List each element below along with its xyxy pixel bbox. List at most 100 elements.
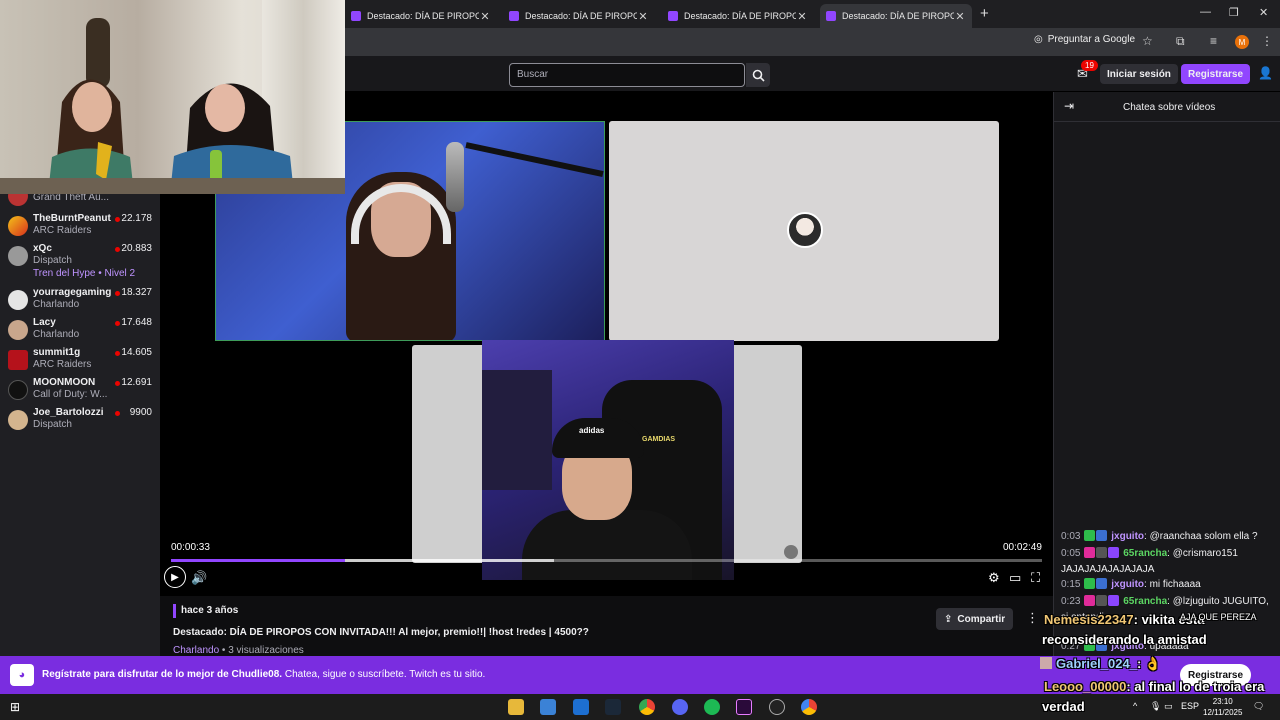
- sidebar-channel[interactable]: MOONMOON Call of Duty: W... 12.691: [0, 376, 160, 406]
- message-time: 0:05: [1061, 548, 1081, 559]
- collapse-chat-icon[interactable]: ⇥: [1064, 99, 1074, 113]
- badge-icon: [1084, 530, 1096, 541]
- browser-tab[interactable]: Destacado: DÍA DE PIROPOS CO ✕: [503, 4, 655, 28]
- close-tab-icon[interactable]: ✕: [479, 10, 491, 23]
- settings-gear-icon[interactable]: ⚙: [988, 570, 1000, 586]
- category-link[interactable]: Charlando: [173, 645, 219, 656]
- channel-avatar: [8, 410, 28, 430]
- browser-menu-icon[interactable]: ⋮: [1261, 34, 1273, 48]
- channel-name: Lacy: [33, 317, 56, 328]
- close-tab-icon[interactable]: ✕: [954, 10, 966, 23]
- close-tab-icon[interactable]: ✕: [796, 10, 808, 23]
- bookmark-star-icon[interactable]: ☆: [1142, 34, 1153, 48]
- total-time: 00:02:49: [1003, 542, 1042, 553]
- viewer-count: 17.648: [121, 317, 152, 328]
- search-button[interactable]: [746, 63, 770, 87]
- live-dot-icon: [115, 351, 120, 356]
- restore-icon[interactable]: ❐: [1229, 6, 1239, 19]
- chat-panel: ⇥ Chatea sobre vídeos 0:03 jxguito: @raa…: [1053, 92, 1280, 656]
- ask-google-button[interactable]: ◎ Preguntar a Google: [1034, 34, 1135, 45]
- overlay-chat-line: reconsiderando la amistad: [1042, 632, 1207, 647]
- channel-game: Call of Duty: W...: [33, 389, 108, 400]
- desk: [0, 178, 345, 194]
- system-clock[interactable]: 23:10 12/11/2025: [1203, 696, 1242, 718]
- chat-username[interactable]: jxguito: [1111, 579, 1144, 590]
- close-tab-icon[interactable]: ✕: [637, 10, 649, 23]
- badge-icon: [1084, 578, 1096, 589]
- shelf: [482, 370, 552, 490]
- message-text: mi fichaaaa: [1149, 579, 1201, 590]
- browser-tab[interactable]: Destacado: DÍA DE PIROPOS CO ✕: [662, 4, 814, 28]
- sidebar-channel[interactable]: xQc Dispatch Tren del Hype • Nivel 2 20.…: [0, 242, 160, 284]
- language-indicator[interactable]: ESP: [1181, 701, 1199, 711]
- fullscreen-icon[interactable]: ⛶: [1031, 570, 1040, 586]
- cap: [552, 418, 644, 458]
- badge-icon: [1084, 547, 1096, 558]
- play-button[interactable]: ▶: [164, 566, 186, 588]
- tab-title: Destacado: DÍA DE PIROPOS CO: [842, 11, 954, 21]
- clock-time: 23:10: [1212, 697, 1233, 706]
- new-tab-icon[interactable]: +: [980, 5, 989, 22]
- badge-icon: [1108, 595, 1120, 606]
- search-input[interactable]: Buscar: [509, 63, 745, 87]
- sidebar-channel[interactable]: Lacy Charlando 17.648: [0, 316, 160, 346]
- extensions-icon[interactable]: ⧉: [1176, 34, 1185, 49]
- live-dot-icon: [115, 291, 120, 296]
- share-label: Compartir: [957, 613, 1006, 625]
- live-dot-icon: [115, 247, 120, 252]
- chat-username[interactable]: 65rancha: [1123, 548, 1167, 559]
- inbox-badge: 19: [1081, 60, 1098, 71]
- windows-start-icon[interactable]: ⊞: [10, 700, 20, 714]
- live-dot-icon: [115, 217, 120, 222]
- tray-chevron-icon[interactable]: ^: [1133, 701, 1137, 711]
- upload-age: hace 3 años: [181, 605, 239, 616]
- overlay-chat-line: Gabriel_024_: 👌: [1040, 656, 1161, 672]
- message-time: 0:03: [1061, 531, 1081, 542]
- minimize-icon[interactable]: —: [1200, 6, 1211, 18]
- browser-tab[interactable]: Destacado: DÍA DE PIROPOS CO ✕: [345, 4, 497, 28]
- mail-icon[interactable]: [573, 699, 589, 715]
- store-icon[interactable]: [540, 699, 556, 715]
- volume-icon[interactable]: 🔊: [191, 570, 207, 586]
- channel-game: Dispatch: [33, 419, 72, 430]
- file-explorer-icon[interactable]: [508, 699, 524, 715]
- share-icon: ⇪: [944, 613, 953, 625]
- overlay-chat-line: verdad: [1042, 699, 1085, 714]
- channel-name: Joe_Bartolozzi: [33, 407, 104, 418]
- premiere-icon[interactable]: [736, 699, 752, 715]
- seek-bar[interactable]: [171, 559, 1042, 562]
- discord-icon[interactable]: [672, 699, 688, 715]
- login-button[interactable]: Iniciar sesión: [1100, 64, 1178, 84]
- sidebar-channel[interactable]: TheBurntPeanut ARC Raiders 22.178: [0, 212, 160, 242]
- theater-mode-icon[interactable]: ▭: [1009, 570, 1021, 586]
- badge-icon: [1096, 595, 1108, 606]
- network-icon[interactable]: ▭: [1164, 701, 1173, 712]
- glitch-icon: ◕: [10, 664, 34, 686]
- person-left: [48, 79, 134, 194]
- sidebar-channel[interactable]: yourragegaming Charlando 18.327: [0, 286, 160, 316]
- profile-avatar[interactable]: M: [1235, 35, 1249, 49]
- register-button[interactable]: Registrarse: [1181, 64, 1251, 84]
- more-options-icon[interactable]: ⋮: [1026, 610, 1039, 626]
- chrome-canary-icon[interactable]: [801, 699, 817, 715]
- video-feed-streamer: GAMDIAS adidas: [482, 340, 734, 580]
- banner-rest: Chatea, sigue o suscríbete. Twitch es tu…: [282, 669, 486, 680]
- muted-mic-icon: [784, 545, 798, 559]
- sidebar-channel[interactable]: Joe_Bartolozzi Dispatch 9900: [0, 406, 160, 436]
- chrome-icon[interactable]: [639, 699, 655, 715]
- badge-icon: [1096, 547, 1108, 558]
- chat-username[interactable]: 65rancha: [1123, 596, 1167, 607]
- notifications-icon[interactable]: 🗨: [1253, 701, 1264, 712]
- mic-tray-icon[interactable]: 🎙: [1150, 701, 1161, 712]
- obs-icon[interactable]: [769, 699, 785, 715]
- steam-icon[interactable]: [605, 699, 621, 715]
- share-button[interactable]: ⇪ Compartir: [936, 608, 1014, 630]
- user-menu-icon[interactable]: 👤: [1258, 66, 1273, 80]
- browser-tab-active[interactable]: Destacado: DÍA DE PIROPOS CO ✕: [820, 4, 972, 28]
- spotify-icon[interactable]: [704, 699, 720, 715]
- sidebar-channel[interactable]: summit1g ARC Raiders 14.605: [0, 346, 160, 376]
- media-controls-icon[interactable]: ≡: [1210, 34, 1217, 48]
- close-window-icon[interactable]: ✕: [1259, 6, 1268, 19]
- chat-username[interactable]: jxguito: [1111, 531, 1144, 542]
- twitch-favicon-icon: [351, 11, 361, 21]
